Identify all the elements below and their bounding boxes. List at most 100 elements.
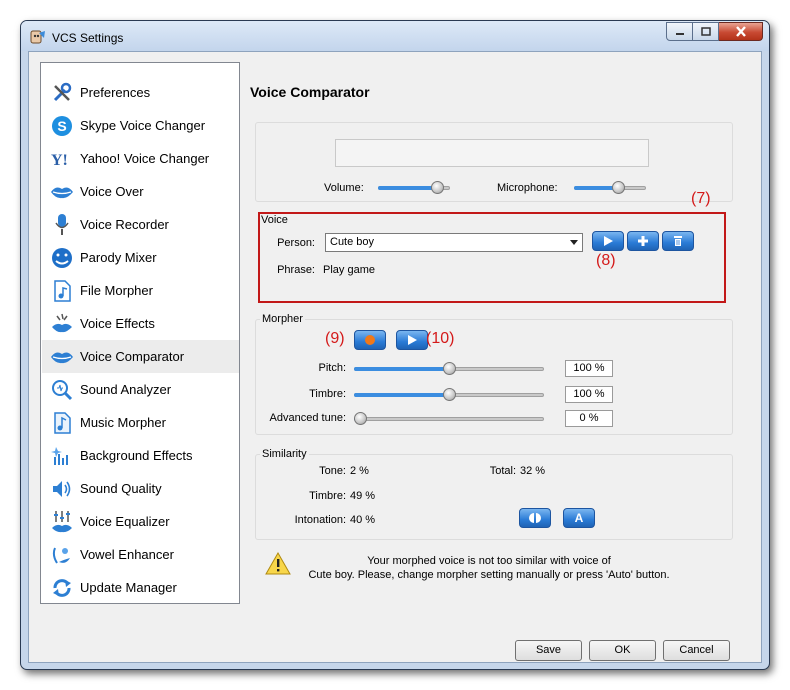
slider-thumb[interactable] [354,412,367,425]
settings-window: VCS Settings Preferences S Skype Voice C… [20,20,770,670]
microphone-icon [50,213,74,237]
vowel-icon [50,543,74,567]
sidebar-item-label: Yahoo! Voice Changer [80,151,210,166]
parody-face-icon [50,246,74,270]
maximize-button[interactable] [693,22,719,41]
tone-label: Tone: [319,465,346,477]
sidebar: Preferences S Skype Voice Changer Y! Yah… [40,62,240,604]
sidebar-item-label: Background Effects [80,448,193,463]
intonation-label: Intonation: [294,514,346,526]
sidebar-item-label: Voice Recorder [80,217,169,232]
sidebar-item-sound-quality[interactable]: Sound Quality [42,472,239,505]
slider-thumb[interactable] [612,181,625,194]
update-arrows-icon [50,576,74,600]
sidebar-item-sound-analyzer[interactable]: Sound Analyzer [42,373,239,406]
ok-button[interactable]: OK [589,640,656,661]
advanced-tune-value: 0 % [565,410,613,427]
minimize-button[interactable] [666,22,693,41]
volume-label: Volume: [324,182,364,194]
levels-group: Volume: Microphone: [255,122,733,202]
sidebar-item-label: Sound Analyzer [80,382,172,397]
timbre-value: 100 % [565,386,613,403]
sidebar-item-label: Voice Over [80,184,144,199]
slider-thumb[interactable] [443,362,456,375]
page-title: Voice Comparator [250,84,370,100]
sidebar-item-background-effects[interactable]: Background Effects [42,439,239,472]
pitch-label: Pitch: [318,362,346,374]
warning-message: Your morphed voice is not too similar wi… [299,554,679,582]
sidebar-item-voice-equalizer[interactable]: Voice Equalizer [42,505,239,538]
voice-display [335,139,649,167]
save-button[interactable]: Save [515,640,582,661]
title-bar[interactable]: VCS Settings [21,21,769,51]
timbre-similarity-label: Timbre: [309,490,346,502]
comparator-lips-icon [50,345,74,369]
sidebar-item-voice-effects[interactable]: Voice Effects [42,307,239,340]
sidebar-item-label: Preferences [80,85,151,100]
sidebar-item-label: Voice Equalizer [80,514,170,529]
sidebar-item-parody-mixer[interactable]: Parody Mixer [42,241,239,274]
similarity-group-label: Similarity [260,448,309,460]
magnifier-icon [50,378,74,402]
sidebar-item-label: Voice Effects [80,316,155,331]
close-button[interactable] [719,22,763,41]
play-icon [408,335,417,345]
window-controls [666,22,763,41]
cancel-button[interactable]: Cancel [663,640,730,661]
record-button[interactable] [354,330,386,350]
sidebar-item-preferences[interactable]: Preferences [42,76,239,109]
volume-slider[interactable] [378,180,450,196]
timbre-slider[interactable] [354,387,544,403]
sidebar-item-label: Parody Mixer [80,250,157,265]
annotation-9: (9) [325,330,345,347]
auto-button[interactable]: A [563,508,595,528]
record-icon [365,335,375,345]
pitch-slider[interactable] [354,361,544,377]
tone-value: 2 % [350,465,369,477]
advanced-tune-slider[interactable] [354,411,544,427]
equalizer-icon [50,510,74,534]
sidebar-item-skype-voice-changer[interactable]: S Skype Voice Changer [42,109,239,142]
sidebar-item-label: Update Manager [80,580,177,595]
lips-icon [50,180,74,204]
sidebar-item-label: Music Morpher [80,415,166,430]
close-icon [735,26,746,37]
client-area: Preferences S Skype Voice Changer Y! Yah… [28,51,762,663]
compare-icon [529,513,541,523]
compare-button[interactable] [519,508,551,528]
window-title: VCS Settings [52,31,124,45]
slider-thumb[interactable] [431,181,444,194]
sidebar-item-label: Voice Comparator [80,349,185,364]
file-music-icon [50,279,74,303]
sidebar-item-vowel-enhancer[interactable]: Vowel Enhancer [42,538,239,571]
sidebar-item-music-morpher[interactable]: Music Morpher [42,406,239,439]
morpher-group-label: Morpher [260,313,305,325]
yahoo-icon: Y! [50,147,74,171]
microphone-slider[interactable] [574,180,646,196]
sidebar-item-voice-recorder[interactable]: Voice Recorder [42,208,239,241]
annotation-7: (7) [691,190,711,207]
annotation-10: (10) [426,330,455,347]
timbre-similarity-value: 49 % [350,490,376,502]
slider-thumb[interactable] [443,388,456,401]
microphone-label: Microphone: [497,182,558,194]
pitch-value: 100 % [565,360,613,377]
play-morphed-button[interactable] [396,330,428,350]
highlight-box-voice [258,212,726,303]
effects-icon [50,312,74,336]
sidebar-item-update-manager[interactable]: Update Manager [42,571,239,604]
sidebar-item-voice-over[interactable]: Voice Over [42,175,239,208]
sidebar-item-label: File Morpher [80,283,153,298]
similarity-group: Similarity Tone: 2 % Total: 32 % Timbre:… [255,448,733,540]
sidebar-item-file-morpher[interactable]: File Morpher [42,274,239,307]
total-value: 32 % [520,465,546,477]
sidebar-item-yahoo-voice-changer[interactable]: Y! Yahoo! Voice Changer [42,142,239,175]
sidebar-item-label: Vowel Enhancer [80,547,174,562]
background-effects-icon [50,444,74,468]
svg-text:S: S [57,118,66,134]
app-icon [30,30,45,44]
sidebar-item-voice-comparator[interactable]: Voice Comparator [42,340,239,373]
timbre-label: Timbre: [309,388,346,400]
total-label: Total: [489,465,516,477]
annotation-8: (8) [596,252,616,269]
